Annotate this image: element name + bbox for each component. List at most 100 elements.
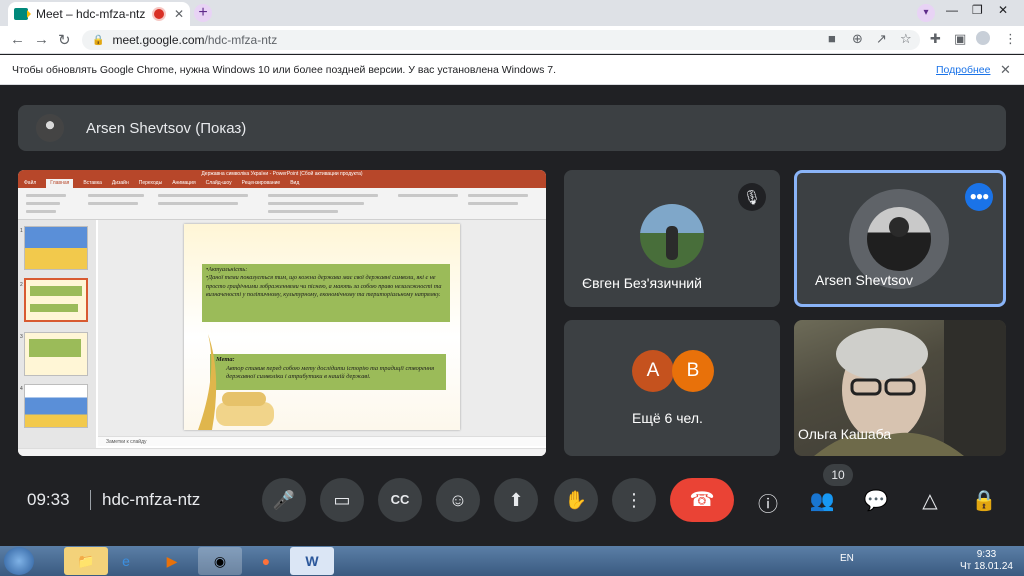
ppt-tab: Главная [46,179,74,188]
ppt-window-title: Державна символіка України - PowerPoint … [18,170,546,179]
infobar-message: Чтобы обновлять Google Chrome, нужна Win… [12,63,557,76]
slide-thumbnail-1[interactable] [24,226,88,270]
tab-close-icon[interactable]: ✕ [174,7,184,21]
shared-screen[interactable]: Державна символіка України - PowerPoint … [18,170,546,456]
mic-muted-icon: 🎙 [738,183,766,211]
speaking-indicator-icon: ●●● [965,183,993,211]
update-infobar: Чтобы обновлять Google Chrome, нужна Win… [0,55,1024,85]
infobar-close-icon[interactable]: ✕ [1000,62,1011,78]
reload-icon[interactable]: ↻ [58,31,71,49]
participant-tile-olha[interactable]: Ольга Кашаба [794,320,1006,456]
url-path: /hdc-mfza-ntz [204,33,278,47]
firefox-taskbar-icon[interactable]: ● [244,547,288,575]
thumb-number: 1 [20,228,23,234]
ppt-tab: Переходы [138,180,163,186]
lock-icon: 🔒 [92,34,105,46]
more-participants-tile[interactable]: A B Ещё 6 чел. [564,320,780,456]
emoji-reactions-button[interactable]: ☺ [436,478,480,522]
avatar [640,204,704,268]
ppt-status-bar [18,448,546,456]
presenter-banner: Arsen Shevtsov (Показ) [18,105,1006,151]
tab-strip: Meet – hdc-mfza-ntz ✕ + ▾ — ❐ ✕ [0,0,1024,26]
zoom-icon[interactable]: ⊕ [852,31,863,47]
raise-hand-button[interactable]: ✋ [554,478,598,522]
avatar-b: B [672,350,714,392]
language-indicator[interactable]: EN [840,553,854,564]
clock-date: Чт 18.01.24 [960,561,1013,572]
avatar [36,114,64,142]
participant-name: Євген Без'язичний [582,275,702,291]
ppt-ribbon [18,188,546,220]
participant-count-badge: 10 [823,464,853,486]
camera-button[interactable]: ▭ [320,478,364,522]
ppt-tab: Слайд-шоу [205,180,232,186]
explorer-taskbar-icon[interactable]: 📁 [64,547,108,575]
people-icon[interactable]: 👥 [808,488,836,513]
thumb-number: 3 [20,334,23,340]
ppt-tab: Вставка [83,180,102,186]
participant-name: Arsen Shevtsov [815,272,914,288]
present-screen-button[interactable]: ⬆ [494,478,538,522]
thumb-number: 2 [20,282,23,288]
chat-icon[interactable]: 💬 [862,488,890,513]
extensions-icon[interactable]: ✚ [930,31,941,47]
infobar-learn-more-link[interactable]: Подробнее [936,64,990,76]
slide-thumbnail-3[interactable] [24,332,88,376]
meeting-code: hdc-mfza-ntz [102,490,201,509]
leave-call-button[interactable]: ☎ [670,478,734,522]
recording-indicator-icon [153,9,164,19]
slide-body-1: •Даної теми показується тим, що кожна де… [206,274,442,299]
slide-thumbnail-2[interactable] [24,278,88,322]
back-arrow-icon[interactable]: ← [10,31,25,48]
host-controls-icon[interactable]: 🔒 [970,488,998,513]
participant-name: Ольга Кашаба [798,426,892,442]
slide-heading-1: •Актуальність: [206,266,248,273]
forward-arrow-icon[interactable]: → [34,31,49,48]
meet-favicon-icon [14,8,31,20]
camera-in-use-icon[interactable]: ■ [828,31,836,46]
bookmark-star-icon[interactable]: ☆ [900,31,912,47]
ppt-tab: Дизайн [111,180,129,186]
slide-relevance-box: •Актуальність: •Даної теми показується т… [202,264,450,322]
maximize-button[interactable]: ❐ [972,3,983,17]
ppt-slide-thumbnails: 1 2 3 4 [18,220,96,448]
presenter-name: Arsen Shevtsov (Показ) [86,119,247,137]
chrome-taskbar-icon[interactable]: ◉ [198,547,242,575]
ppt-ribbon-tabs: Файл Главная Вставка Дизайн Переходы Ани… [18,179,546,188]
media-player-taskbar-icon[interactable]: ▶ [150,547,194,575]
ppt-tab: Файл [24,180,37,186]
minimize-button[interactable]: — [946,3,958,17]
browser-tab[interactable]: Meet – hdc-mfza-ntz ✕ [8,2,190,26]
more-participants-label: Ещё 6 чел. [632,410,703,426]
meeting-time: 09:33 [27,490,70,509]
url-host: meet.google.com [112,33,205,47]
new-tab-button[interactable]: + [194,4,212,22]
clock-time: 9:33 [976,549,997,560]
divider [90,490,91,510]
thumb-number: 4 [20,386,23,392]
slide-thumbnail-4[interactable] [24,384,88,428]
word-taskbar-icon[interactable]: W [290,547,334,575]
meeting-info-icon[interactable]: ⓘ [754,488,782,517]
ppt-tab: Анимация [172,180,196,186]
ppt-tab: Рецензирование [241,180,281,186]
tab-search-icon[interactable]: ▾ [917,4,935,22]
start-button[interactable] [4,547,34,575]
share-icon[interactable]: ↗ [876,31,887,47]
address-bar[interactable]: 🔒 meet.google.com/hdc-mfza-ntz [82,30,920,50]
activities-icon[interactable]: △ [916,488,944,513]
close-window-button[interactable]: ✕ [998,3,1008,17]
microphone-button[interactable]: 🎤 [262,478,306,522]
menu-kebab-icon[interactable]: ⋮ [1004,31,1017,47]
captions-button[interactable]: CC [378,478,422,522]
more-options-button[interactable]: ⋮ [612,478,656,522]
current-slide: •Актуальність: •Даної теми показується т… [184,224,460,430]
profile-avatar[interactable] [976,31,990,45]
ie-taskbar-icon[interactable]: e [104,547,148,575]
system-clock[interactable]: 9:33 Чт 18.01.24 [960,549,1013,573]
ppt-tab: Вид [290,180,300,186]
avatar [867,207,931,271]
ppt-notes-pane[interactable]: Заметки к слайду [98,436,546,446]
sidepanel-icon[interactable]: ▣ [954,31,966,47]
avatar-a: A [632,350,674,392]
